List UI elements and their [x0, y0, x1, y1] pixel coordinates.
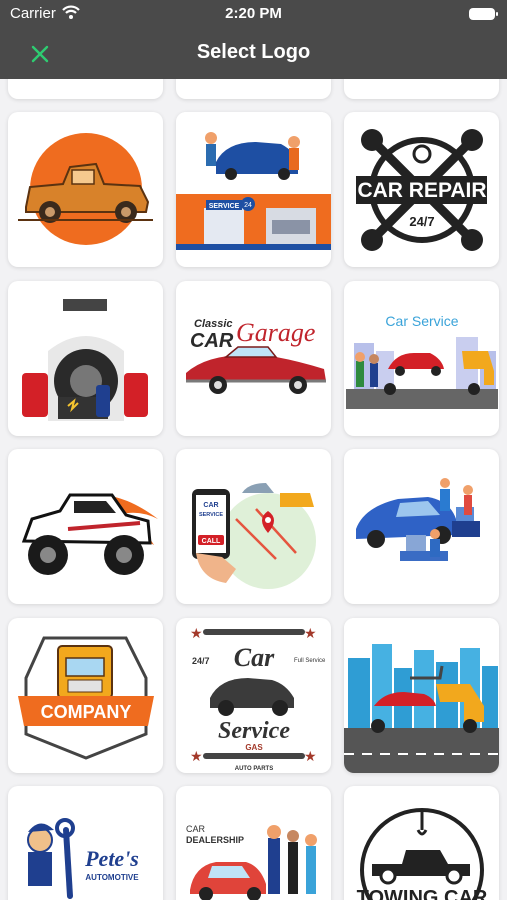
petes-title: Pete's	[84, 846, 139, 871]
garage-line3: Garage	[236, 318, 315, 347]
logo-grid[interactable]: SERVICE 24 CAR REPAIR 24/7 Classic CAR G…	[0, 79, 507, 900]
service-badge-text: 24	[244, 202, 252, 209]
battery-icon	[469, 8, 498, 20]
car-service-badge-logo: ★ ★ 24/7 Full Service Car Service GAS ★ …	[190, 626, 326, 772]
car-repair-logo: CAR REPAIR 24/7	[356, 129, 487, 251]
monster-truck-logo	[21, 493, 158, 575]
classic-car-garage-logo: Classic CAR Garage	[186, 318, 326, 394]
star-icon: ★	[190, 749, 203, 765]
logo-tile[interactable]	[8, 79, 163, 99]
badge-line-parts: AUTO PARTS	[235, 766, 273, 772]
logo-tile-company-truck[interactable]: COMPANY	[8, 618, 163, 773]
logo-tile-car-dealership[interactable]: CAR DEALERSHIP	[176, 786, 331, 900]
star-icon: ★	[304, 626, 317, 642]
badge-tag-full-service: Full Service	[294, 658, 326, 664]
logo-tile-monster-truck[interactable]	[8, 449, 163, 604]
status-time: 2:20 PM	[225, 5, 282, 22]
towing-car-logo: TOWING CAR	[357, 808, 488, 900]
logo-tile-petes-automotive[interactable]: Pete's AUTOMOTIVE	[8, 786, 163, 900]
logo-image	[176, 79, 331, 99]
petes-subtitle: AUTOMOTIVE	[85, 873, 139, 882]
phone-text-line1: CAR	[203, 502, 218, 509]
navigation-bar: Select Logo	[0, 28, 507, 79]
car-repair-hours: 24/7	[409, 214, 434, 229]
logo-tile-service-station[interactable]: SERVICE 24	[176, 112, 331, 267]
logo-tile-classic-car-garage[interactable]: Classic CAR Garage	[176, 281, 331, 436]
status-bar: Carrier 2:20 PM	[0, 0, 507, 28]
car-repair-title: CAR REPAIR	[357, 179, 486, 202]
logo-tile-car-service[interactable]: Car Service	[344, 281, 499, 436]
company-truck-logo: COMPANY	[18, 636, 154, 760]
logo-tile-vintage-truck[interactable]	[8, 112, 163, 267]
car-service-label: Car Service	[385, 313, 458, 329]
service-desk-logo	[356, 478, 480, 561]
car-dealership-logo: CAR DEALERSHIP	[186, 824, 317, 900]
phone-call-label: CALL	[202, 538, 221, 545]
star-icon: ★	[190, 626, 203, 642]
logo-tile-towing-car[interactable]: TOWING CAR	[344, 786, 499, 900]
badge-line-car: Car	[234, 643, 275, 672]
logo-tile-car-service-badge[interactable]: ★ ★ 24/7 Full Service Car Service GAS ★ …	[176, 618, 331, 773]
towing-car-label: TOWING CAR	[357, 887, 488, 900]
dealership-line1: CAR	[186, 824, 206, 834]
badge-line-gas: GAS	[245, 743, 263, 752]
page-title: Select Logo	[196, 41, 311, 63]
logo-tile-phone-app[interactable]: CAR SERVICE CALL	[176, 449, 331, 604]
phone-app-logo: CAR SERVICE CALL	[192, 483, 316, 589]
garage-line1: Classic	[194, 318, 233, 330]
dealership-line2: DEALERSHIP	[186, 835, 244, 845]
logo-tile-auto-parts[interactable]	[8, 281, 163, 436]
logo-tile[interactable]	[176, 79, 331, 99]
tow-truck-city-logo	[344, 618, 499, 773]
logo-tile[interactable]	[344, 79, 499, 99]
car-service-logo: Car Service	[346, 313, 498, 409]
logo-tile-car-repair[interactable]: CAR REPAIR 24/7	[344, 112, 499, 267]
garage-line2: CAR	[190, 330, 234, 352]
logo-tile-tow-truck-city[interactable]	[344, 618, 499, 773]
badge-tag-hours: 24/7	[192, 656, 210, 666]
vintage-truck-logo	[18, 133, 153, 245]
auto-parts-logo	[22, 299, 148, 421]
service-station-logo: SERVICE 24	[176, 112, 331, 250]
logo-tile-service-desk[interactable]	[344, 449, 499, 604]
company-label: COMPANY	[41, 702, 132, 722]
petes-automotive-logo: Pete's AUTOMOTIVE	[27, 818, 139, 899]
star-icon: ★	[304, 749, 317, 765]
badge-line-service: Service	[218, 718, 290, 744]
service-sign-text: SERVICE	[209, 203, 240, 210]
phone-text-line2: SERVICE	[199, 512, 223, 518]
